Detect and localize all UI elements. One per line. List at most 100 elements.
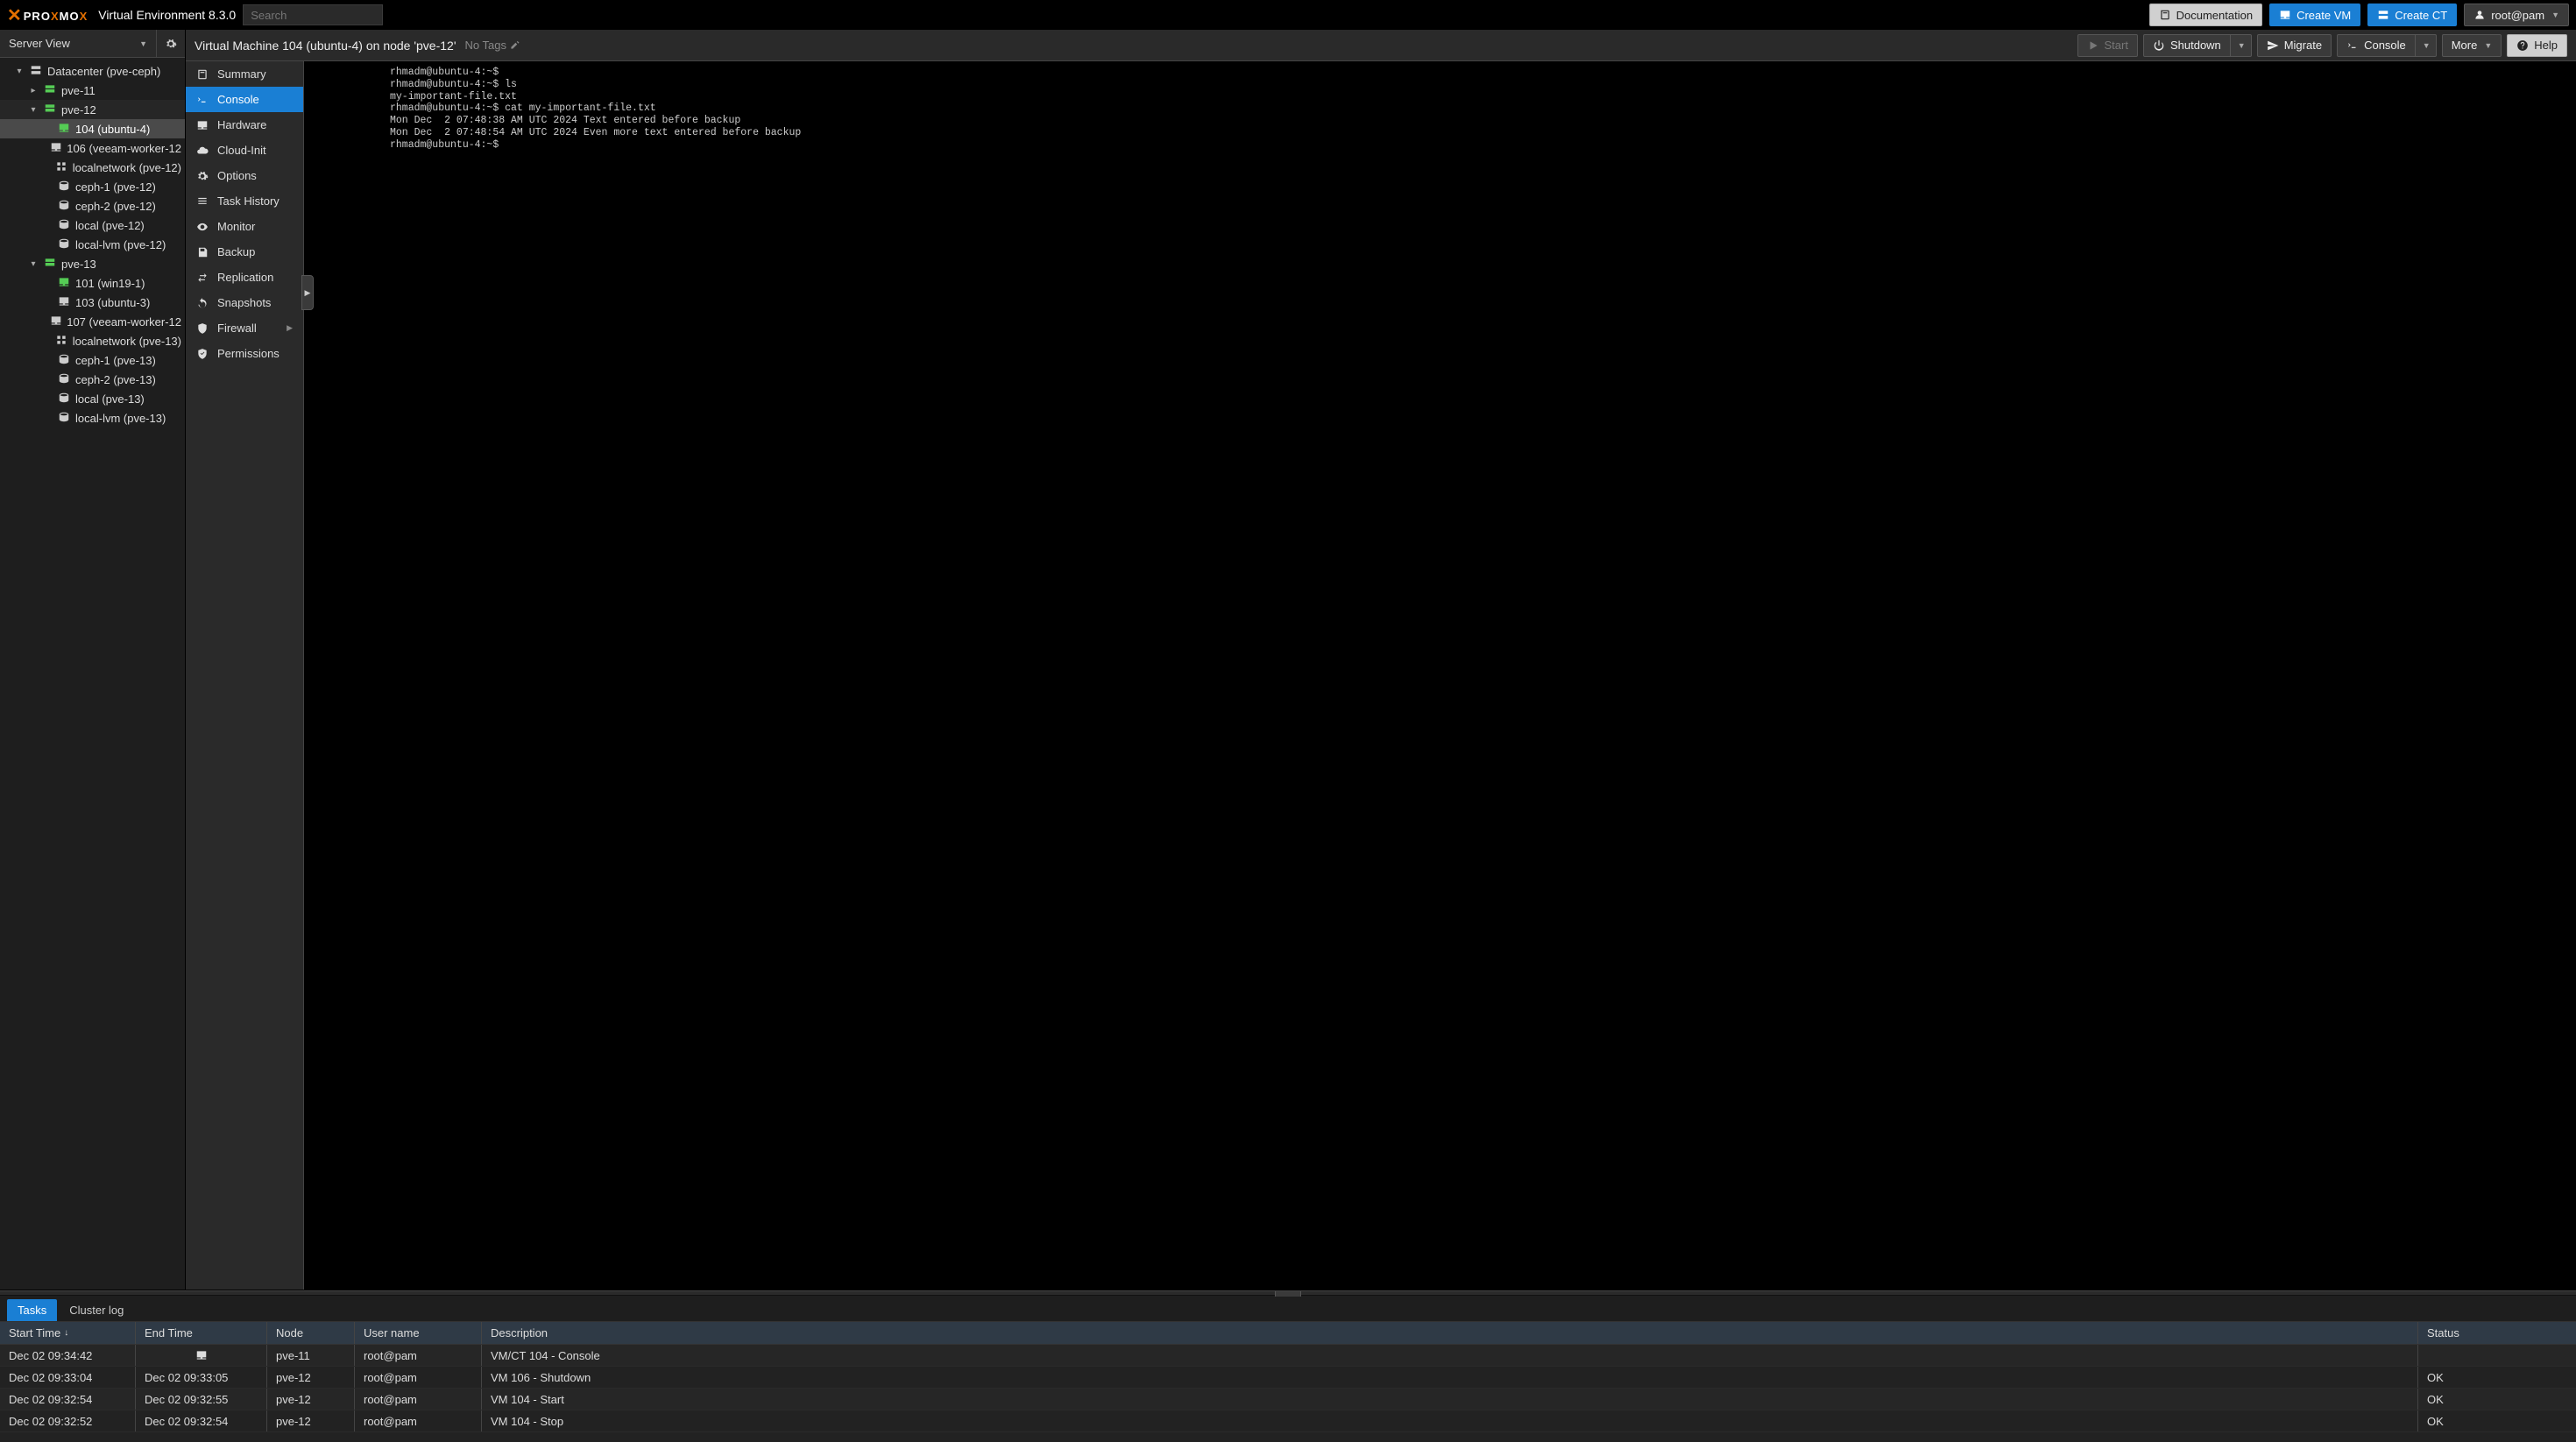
user-menu-button[interactable]: root@pam▼ bbox=[2464, 4, 2569, 26]
tree-toggle-icon: ▾ bbox=[28, 105, 39, 115]
cloud-icon bbox=[196, 145, 209, 157]
migrate-button[interactable]: Migrate bbox=[2257, 34, 2332, 57]
subnav-permissions[interactable]: Permissions bbox=[186, 341, 303, 366]
task-row[interactable]: Dec 02 09:32:52Dec 02 09:32:54pve-12root… bbox=[0, 1410, 2576, 1432]
subnav-console[interactable]: Console bbox=[186, 87, 303, 112]
documentation-button[interactable]: Documentation bbox=[2149, 4, 2262, 26]
subnav-task-history[interactable]: Task History bbox=[186, 188, 303, 214]
create-vm-button[interactable]: Create VM bbox=[2269, 4, 2360, 26]
subnav-snapshots[interactable]: Snapshots bbox=[186, 290, 303, 315]
subnav-firewall[interactable]: Firewall▶ bbox=[186, 315, 303, 341]
subnav-summary[interactable]: Summary bbox=[186, 61, 303, 87]
tree-item-label: local-lvm (pve-12) bbox=[75, 238, 166, 251]
tree-item[interactable]: 101 (win19-1) bbox=[0, 273, 185, 293]
tree-item[interactable]: ▾pve-13 bbox=[0, 254, 185, 273]
console-output: rhmadm@ubuntu-4:~$ rhmadm@ubuntu-4:~$ ls… bbox=[383, 61, 2497, 1290]
console-menu-button[interactable]: ▼ bbox=[2415, 34, 2437, 57]
tab-tasks[interactable]: Tasks bbox=[7, 1299, 57, 1321]
subnav-label: Firewall bbox=[217, 322, 257, 335]
tree-settings-button[interactable] bbox=[157, 30, 185, 57]
tree-item-label: localnetwork (pve-12) bbox=[73, 161, 181, 174]
tags-editor[interactable]: No Tags bbox=[465, 39, 520, 52]
shutdown-menu-button[interactable]: ▼ bbox=[2230, 34, 2252, 57]
shield-icon bbox=[196, 322, 209, 335]
ve-title: Virtual Environment 8.3.0 bbox=[98, 8, 236, 22]
disk-icon bbox=[56, 372, 72, 387]
vm-icon bbox=[56, 295, 72, 310]
subnav-replication[interactable]: Replication bbox=[186, 265, 303, 290]
col-user[interactable]: User name bbox=[355, 1322, 482, 1344]
subnav-expand-handle[interactable]: ▶ bbox=[301, 275, 314, 310]
tab-cluster-log[interactable]: Cluster log bbox=[59, 1299, 134, 1321]
task-row[interactable]: Dec 02 09:32:54Dec 02 09:32:55pve-12root… bbox=[0, 1389, 2576, 1410]
tree-item[interactable]: local-lvm (pve-12) bbox=[0, 235, 185, 254]
tree-item[interactable]: local (pve-12) bbox=[0, 216, 185, 235]
tree-item[interactable]: 103 (ubuntu-3) bbox=[0, 293, 185, 312]
left-panel: Server View▼ ▾Datacenter (pve-ceph)▸pve-… bbox=[0, 30, 186, 1290]
create-ct-button[interactable]: Create CT bbox=[2367, 4, 2457, 26]
tree-item[interactable]: ceph-1 (pve-13) bbox=[0, 350, 185, 370]
cell-end bbox=[136, 1345, 267, 1366]
view-selector[interactable]: Server View▼ bbox=[0, 30, 157, 57]
tree-item[interactable]: ceph-1 (pve-12) bbox=[0, 177, 185, 196]
tree-item[interactable]: ▸pve-11 bbox=[0, 81, 185, 100]
node-icon bbox=[42, 257, 58, 272]
cube-icon bbox=[2377, 9, 2389, 21]
help-icon bbox=[2516, 39, 2529, 52]
search-input[interactable] bbox=[243, 4, 383, 25]
tree-toggle-icon: ▸ bbox=[28, 86, 39, 95]
tree-item[interactable]: 107 (veeam-worker-12 bbox=[0, 312, 185, 331]
tree-item[interactable]: 106 (veeam-worker-12 bbox=[0, 138, 185, 158]
tree-item-label: pve-12 bbox=[61, 103, 96, 117]
subnav-label: Replication bbox=[217, 271, 273, 284]
col-node[interactable]: Node bbox=[267, 1322, 355, 1344]
send-icon bbox=[2267, 39, 2279, 52]
tree-item-label: localnetwork (pve-13) bbox=[73, 335, 181, 348]
tree-item[interactable]: ceph-2 (pve-12) bbox=[0, 196, 185, 216]
disk-icon bbox=[56, 237, 72, 252]
tree-item[interactable]: ▾ pve-12 bbox=[0, 100, 185, 119]
tree-item[interactable]: local (pve-13) bbox=[0, 389, 185, 408]
subnav-hardware[interactable]: Hardware bbox=[186, 112, 303, 138]
perm-icon bbox=[196, 348, 209, 360]
col-end-time[interactable]: End Time bbox=[136, 1322, 267, 1344]
console-button[interactable]: Console bbox=[2337, 34, 2416, 57]
tree-item[interactable]: 104 (ubuntu-4) bbox=[0, 119, 185, 138]
cell-user: root@pam bbox=[355, 1367, 482, 1388]
tree-item[interactable]: localnetwork (pve-12) bbox=[0, 158, 185, 177]
task-row[interactable]: Dec 02 09:34:42pve-11root@pamVM/CT 104 -… bbox=[0, 1345, 2576, 1367]
help-button[interactable]: Help bbox=[2507, 34, 2567, 57]
server-icon bbox=[28, 64, 44, 79]
subnav-label: Console bbox=[217, 93, 259, 106]
floppy-icon bbox=[196, 246, 209, 258]
tree-item[interactable]: localnetwork (pve-13) bbox=[0, 331, 185, 350]
console-pane[interactable]: rhmadm@ubuntu-4:~$ rhmadm@ubuntu-4:~$ ls… bbox=[304, 61, 2576, 1290]
tree-item[interactable]: local-lvm (pve-13) bbox=[0, 408, 185, 428]
subnav-label: Snapshots bbox=[217, 296, 271, 309]
resource-tree: ▾Datacenter (pve-ceph)▸pve-11 ▾ pve-12 104 … bbox=[0, 58, 185, 1290]
more-button[interactable]: More▼ bbox=[2442, 34, 2502, 57]
subnav-label: Backup bbox=[217, 245, 255, 258]
shutdown-button[interactable]: Shutdown bbox=[2143, 34, 2231, 57]
tree-item[interactable]: ceph-2 (pve-13) bbox=[0, 370, 185, 389]
tree-item-label: 104 (ubuntu-4) bbox=[75, 123, 150, 136]
tree-item-label: pve-13 bbox=[61, 258, 96, 271]
subnav-monitor[interactable]: Monitor bbox=[186, 214, 303, 239]
subnav-options[interactable]: Options bbox=[186, 163, 303, 188]
col-start-time[interactable]: Start Time↓ bbox=[0, 1322, 136, 1344]
tree-item-label: 107 (veeam-worker-12 bbox=[67, 315, 181, 329]
node-icon bbox=[42, 83, 58, 98]
bottom-splitter[interactable] bbox=[0, 1290, 2576, 1296]
power-icon bbox=[2153, 39, 2165, 52]
tree-item[interactable]: ▾Datacenter (pve-ceph) bbox=[0, 61, 185, 81]
task-row[interactable]: Dec 02 09:33:04Dec 02 09:33:05pve-12root… bbox=[0, 1367, 2576, 1389]
col-status[interactable]: Status bbox=[2418, 1322, 2576, 1344]
top-bar: ✕ PROXMOX Virtual Environment 8.3.0 Docu… bbox=[0, 0, 2576, 30]
start-button[interactable]: Start bbox=[2077, 34, 2138, 57]
subnav-label: Options bbox=[217, 169, 257, 182]
cell-desc: VM/CT 104 - Console bbox=[482, 1345, 2418, 1366]
list-icon bbox=[196, 195, 209, 208]
col-description[interactable]: Description bbox=[482, 1322, 2418, 1344]
subnav-backup[interactable]: Backup bbox=[186, 239, 303, 265]
subnav-cloud-init[interactable]: Cloud-Init bbox=[186, 138, 303, 163]
